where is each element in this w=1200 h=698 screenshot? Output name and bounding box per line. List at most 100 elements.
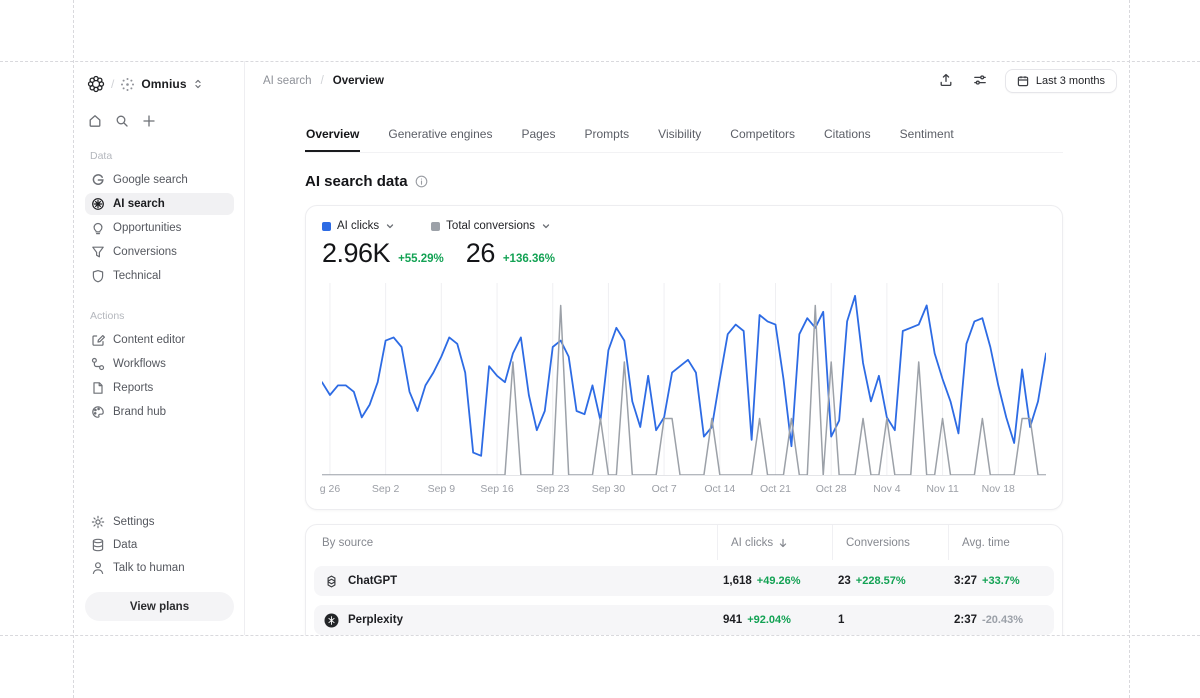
table-row-chatgpt[interactable]: ChatGPT 1,618+49.26% 23+228.57% 3:27+33.… (314, 566, 1054, 596)
sort-desc-icon (778, 538, 788, 548)
x-tick-label: Nov 4 (873, 483, 900, 495)
breadcrumb-current: Overview (333, 75, 384, 87)
chatgpt-logo-icon (324, 574, 339, 589)
x-tick-label: Sep 9 (428, 483, 455, 495)
layout-guide-right (1129, 0, 1130, 698)
col-by-source: By source (306, 525, 717, 560)
workspace-name: Omnius (141, 77, 186, 91)
workspace-icon (120, 77, 135, 92)
sidebar-item-talk-to-human[interactable]: Talk to human (85, 557, 234, 579)
info-icon[interactable] (415, 175, 428, 188)
topbar: AI search / Overview (245, 61, 1129, 101)
database-icon (91, 538, 105, 552)
breadcrumb-separator: / (321, 75, 324, 87)
sidebar-item-conversions[interactable]: Conversions (85, 241, 234, 263)
chevron-down-icon (541, 221, 551, 231)
sliders-icon (973, 73, 987, 87)
page-content: Overview Generative engines Pages Prompt… (245, 101, 1129, 635)
export-icon (939, 73, 953, 87)
legend-ai-clicks[interactable]: AI clicks (322, 220, 395, 232)
conversions-delta: +228.57% (856, 575, 906, 587)
breadcrumb-slash: / (111, 77, 114, 91)
view-plans-button[interactable]: View plans (85, 592, 234, 621)
x-tick-label: Oct 7 (652, 483, 677, 495)
total-conversions-swatch (431, 222, 440, 231)
x-tick-label: Sep 30 (592, 483, 625, 495)
document-icon (91, 381, 105, 395)
layout-guide-bottom (0, 635, 1200, 636)
filters-button[interactable] (971, 71, 989, 92)
shield-icon (91, 269, 105, 283)
sidebar-item-google-search[interactable]: Google search (85, 169, 234, 191)
funnel-icon (91, 245, 105, 259)
tab-generative-engines[interactable]: Generative engines (387, 127, 493, 152)
gear-icon (91, 515, 105, 529)
x-tick-label: Sep 2 (372, 483, 399, 495)
tab-bar: Overview Generative engines Pages Prompt… (305, 127, 1063, 153)
col-avg-time[interactable]: Avg. time (948, 525, 1063, 560)
tab-sentiment[interactable]: Sentiment (899, 127, 955, 152)
time-delta: -20.43% (982, 614, 1023, 626)
sidebar-item-settings[interactable]: Settings (85, 511, 234, 533)
nav-group-label-data: Data (90, 150, 234, 162)
export-button[interactable] (937, 71, 955, 92)
ai-clicks-swatch (322, 222, 331, 231)
sidebar-item-data[interactable]: Data (85, 534, 234, 556)
edit-icon (91, 333, 105, 347)
google-g-icon (91, 173, 105, 187)
date-range-label: Last 3 months (1036, 75, 1105, 87)
x-tick-label: Oct 21 (760, 483, 791, 495)
tab-citations[interactable]: Citations (823, 127, 872, 152)
tab-competitors[interactable]: Competitors (729, 127, 796, 152)
total-conversions-delta: +136.36% (503, 253, 555, 265)
x-tick-label: g 26 (320, 483, 340, 495)
sidebar-item-brand-hub[interactable]: Brand hub (85, 401, 234, 423)
chevron-down-icon (385, 221, 395, 231)
x-tick-label: Nov 18 (982, 483, 1015, 495)
tab-overview[interactable]: Overview (305, 127, 360, 152)
search-icon[interactable] (115, 114, 129, 128)
col-ai-clicks[interactable]: AI clicks (717, 525, 832, 560)
tab-visibility[interactable]: Visibility (657, 127, 702, 152)
page-title: AI search data (305, 173, 408, 190)
clicks-delta: +92.04% (747, 614, 791, 626)
table-body: ChatGPT 1,618+49.26% 23+228.57% 3:27+33.… (306, 560, 1062, 635)
legend-total-conversions[interactable]: Total conversions (431, 220, 551, 232)
plus-icon[interactable] (142, 114, 156, 128)
sidebar-item-opportunities[interactable]: Opportunities (85, 217, 234, 239)
table-header: By source AI clicks Conversions Avg. tim… (306, 525, 1062, 560)
sidebar-item-workflows[interactable]: Workflows (85, 353, 234, 375)
date-range-button[interactable]: Last 3 months (1005, 69, 1117, 93)
home-icon[interactable] (88, 114, 102, 128)
table-row-perplexity[interactable]: Perplexity 941+92.04% 1 2:37-20.43% (314, 605, 1054, 635)
chart-x-axis: g 26 Sep 2 Sep 9 Sep 16 Sep 23 Sep 30 Oct 7 Oct… (322, 481, 1046, 499)
calendar-icon (1017, 75, 1029, 87)
sidebar-item-ai-search[interactable]: AI search (85, 193, 234, 215)
tab-prompts[interactable]: Prompts (583, 127, 630, 152)
sidebar-item-technical[interactable]: Technical (85, 265, 234, 287)
ai-clicks-value: 2.96K (322, 238, 390, 269)
palette-icon (91, 405, 105, 419)
x-tick-label: Oct 28 (816, 483, 847, 495)
ai-search-chart-card: AI clicks Total conversions (305, 205, 1063, 510)
by-source-table: By source AI clicks Conversions Avg. tim… (305, 524, 1063, 635)
workflow-icon (91, 357, 105, 371)
clicks-delta: +49.26% (757, 575, 801, 587)
tab-pages[interactable]: Pages (520, 127, 556, 152)
x-tick-label: Sep 23 (536, 483, 569, 495)
breadcrumb-parent[interactable]: AI search (263, 75, 312, 87)
lightbulb-icon (91, 221, 105, 235)
chart-legend: AI clicks Total conversions (322, 220, 1046, 232)
workspace-switcher[interactable]: / Omnius (85, 75, 234, 93)
chart-plot-area (322, 283, 1046, 476)
app-window: / Omnius (73, 61, 1129, 635)
sidebar-item-reports[interactable]: Reports (85, 377, 234, 399)
sidebar-item-content-editor[interactable]: Content editor (85, 329, 234, 351)
perplexity-logo-icon (324, 613, 339, 628)
design-canvas: / Omnius (0, 0, 1200, 698)
time-delta: +33.7% (982, 575, 1020, 587)
ai-search-icon (91, 197, 105, 211)
x-tick-label: Sep 16 (480, 483, 513, 495)
sidebar: / Omnius (73, 61, 245, 635)
col-conversions[interactable]: Conversions (832, 525, 948, 560)
